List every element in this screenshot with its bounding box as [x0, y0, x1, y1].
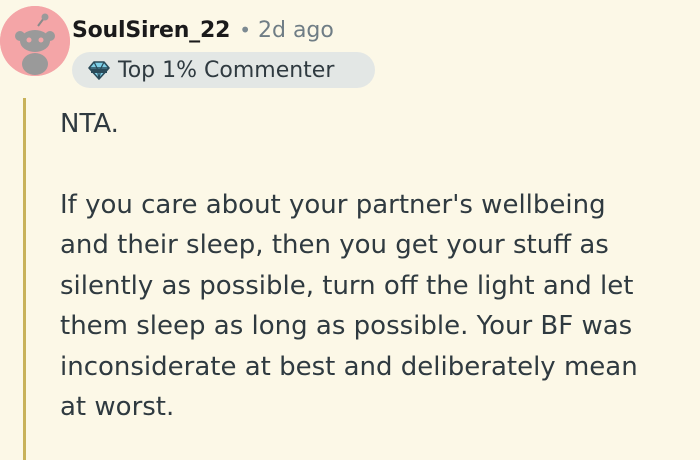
comment-header: SoulSiren_22 • 2d ago: [72, 12, 334, 48]
comment-line: If you care about your partner's wellbei…: [60, 189, 606, 220]
commenter-badge[interactable]: Top 1% Commenter: [72, 52, 375, 88]
snoo-avatar-icon[interactable]: [0, 6, 70, 76]
snoo-avatar-graphic: [0, 6, 70, 76]
comment-line: and their sleep, then you get your stuff…: [60, 230, 609, 260]
top-commenter-icon: [86, 59, 112, 81]
badge-label: Top 1% Commenter: [118, 57, 335, 83]
meta-separator: •: [239, 18, 251, 42]
comment-line: at worst.: [60, 392, 175, 422]
thread-collapse-line[interactable]: [23, 98, 26, 460]
timestamp[interactable]: 2d ago: [258, 18, 334, 43]
comment-body: NTA. If you care about your partner's we…: [60, 104, 690, 428]
comment-line: them sleep as long as possible. Your BF …: [60, 311, 633, 341]
comment-paragraph: NTA.: [60, 109, 119, 139]
username-link[interactable]: SoulSiren_22: [72, 18, 230, 43]
comment-line: inconsiderate at best and deliberately m…: [60, 351, 638, 382]
comment-line: silently as possible, turn off the light…: [60, 270, 634, 301]
comment: SoulSiren_22 • 2d ago Top 1% Commenter N…: [0, 0, 700, 460]
